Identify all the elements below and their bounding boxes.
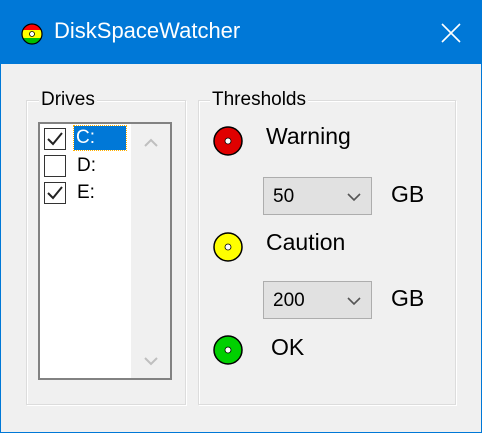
chevron-down-icon <box>347 297 361 306</box>
drives-scrollbar[interactable] <box>131 124 170 378</box>
checkmark-icon <box>47 186 63 200</box>
drive-d-checkbox[interactable] <box>44 155 66 177</box>
caution-threshold-value: 200 <box>273 290 305 311</box>
drive-e-label: E: <box>77 182 95 203</box>
drive-c-label: C: <box>73 125 127 151</box>
thresholds-group-title: Thresholds <box>210 89 308 111</box>
warning-unit: GB <box>391 181 425 207</box>
yellow-status-led-icon <box>213 232 243 262</box>
scroll-up-button[interactable] <box>131 128 170 158</box>
scroll-down-button[interactable] <box>131 346 170 376</box>
caution-threshold-select[interactable]: 200 <box>263 281 372 319</box>
chevron-down-icon <box>143 357 158 366</box>
drive-item-d[interactable]: D: <box>42 153 130 180</box>
warning-label: Warning <box>266 123 351 149</box>
ok-label: OK <box>271 334 305 360</box>
drives-group: Drives C: D: E: <box>26 89 186 405</box>
title-bar[interactable]: DiskSpaceWatcher <box>1 1 481 64</box>
chevron-down-icon <box>347 193 361 202</box>
drives-listbox[interactable]: C: D: E: <box>38 122 172 380</box>
chevron-up-icon <box>143 138 158 147</box>
green-status-led-icon <box>213 335 243 365</box>
window-title: DiskSpaceWatcher <box>54 18 241 43</box>
drive-e-checkbox[interactable] <box>44 182 66 204</box>
disk-space-watcher-window: DiskSpaceWatcher Drives C: D: E: Thresho… <box>0 0 482 433</box>
thresholds-group: Thresholds Warning 50 GB Caution 200 GB <box>198 89 456 405</box>
checkmark-icon <box>47 132 63 146</box>
drives-group-title: Drives <box>39 89 97 111</box>
warning-threshold-value: 50 <box>273 186 295 207</box>
drive-d-label: D: <box>77 155 96 176</box>
drive-item-c[interactable]: C: <box>42 125 130 153</box>
close-icon <box>441 22 461 43</box>
drive-item-e[interactable]: E: <box>42 180 130 207</box>
close-button[interactable] <box>421 1 481 64</box>
drive-c-checkbox[interactable] <box>44 128 66 150</box>
caution-unit: GB <box>391 285 425 311</box>
red-status-led-icon <box>213 126 243 156</box>
traffic-light-icon <box>21 23 43 45</box>
warning-threshold-select[interactable]: 50 <box>263 177 372 215</box>
caution-label: Caution <box>266 229 346 255</box>
